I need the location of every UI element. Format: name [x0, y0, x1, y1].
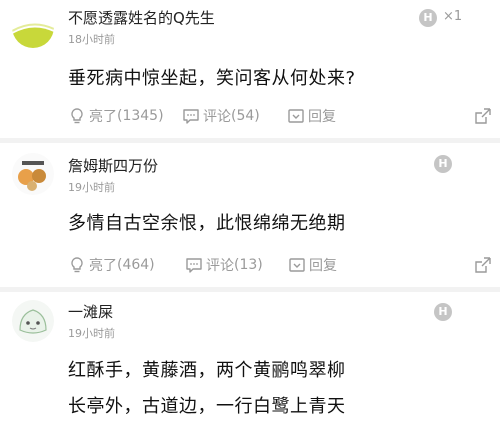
badge-count: ×1	[443, 9, 463, 24]
comment-time: 18小时前	[68, 33, 115, 46]
reply-icon	[288, 109, 304, 123]
like-count: (464)	[117, 257, 155, 273]
comment-content-line-2: 长亭外，古道边，一行白鹭上青天	[68, 396, 346, 417]
level-badge-icon: H	[419, 9, 437, 27]
comment-button[interactable]: 评论 (54)	[182, 106, 260, 126]
reply-icon	[289, 258, 305, 272]
comment-username[interactable]: 詹姆斯四万份	[68, 155, 158, 176]
comment-time: 19小时前	[68, 327, 115, 340]
reply-button[interactable]: 回复	[288, 255, 337, 275]
avatar[interactable]	[12, 6, 54, 48]
level-badge-icon: H	[434, 303, 452, 321]
chat-icon	[186, 258, 202, 273]
reply-label: 回复	[308, 109, 336, 125]
comment-username[interactable]: 一滩屎	[68, 301, 113, 322]
like-label: 亮了	[89, 258, 117, 274]
comment-count: (54)	[231, 108, 260, 124]
share-icon[interactable]	[474, 256, 492, 274]
share-icon[interactable]	[474, 107, 492, 125]
reply-button[interactable]: 回复	[287, 106, 336, 126]
reply-label: 回复	[309, 258, 337, 274]
like-count: (1345)	[117, 108, 164, 124]
chat-icon	[183, 109, 199, 124]
comment-label: 评论	[206, 258, 234, 274]
lightbulb-icon	[71, 108, 83, 124]
comment-content: 垂死病中惊坐起，笑问客从何处来?	[68, 68, 356, 89]
like-button[interactable]: 亮了 (1345)	[68, 106, 164, 126]
level-badge-icon: H	[434, 155, 452, 173]
like-label: 亮了	[89, 109, 117, 125]
avatar[interactable]	[12, 153, 54, 195]
like-button[interactable]: 亮了 (464)	[68, 255, 155, 275]
comment-time: 19小时前	[68, 181, 115, 194]
comment-content-line-1: 红酥手，黄藤酒，两个黄鹂鸣翠柳	[68, 360, 346, 381]
comment-label: 评论	[203, 109, 231, 125]
comment-button[interactable]: 评论 (13)	[185, 255, 263, 275]
lightbulb-icon	[71, 257, 83, 273]
avatar[interactable]	[12, 300, 54, 342]
comment-count: (13)	[234, 257, 263, 273]
comment-content: 多情自古空余恨，此恨绵绵无绝期	[68, 213, 346, 234]
comment-username[interactable]: 不愿透露姓名的Q先生	[68, 7, 215, 28]
